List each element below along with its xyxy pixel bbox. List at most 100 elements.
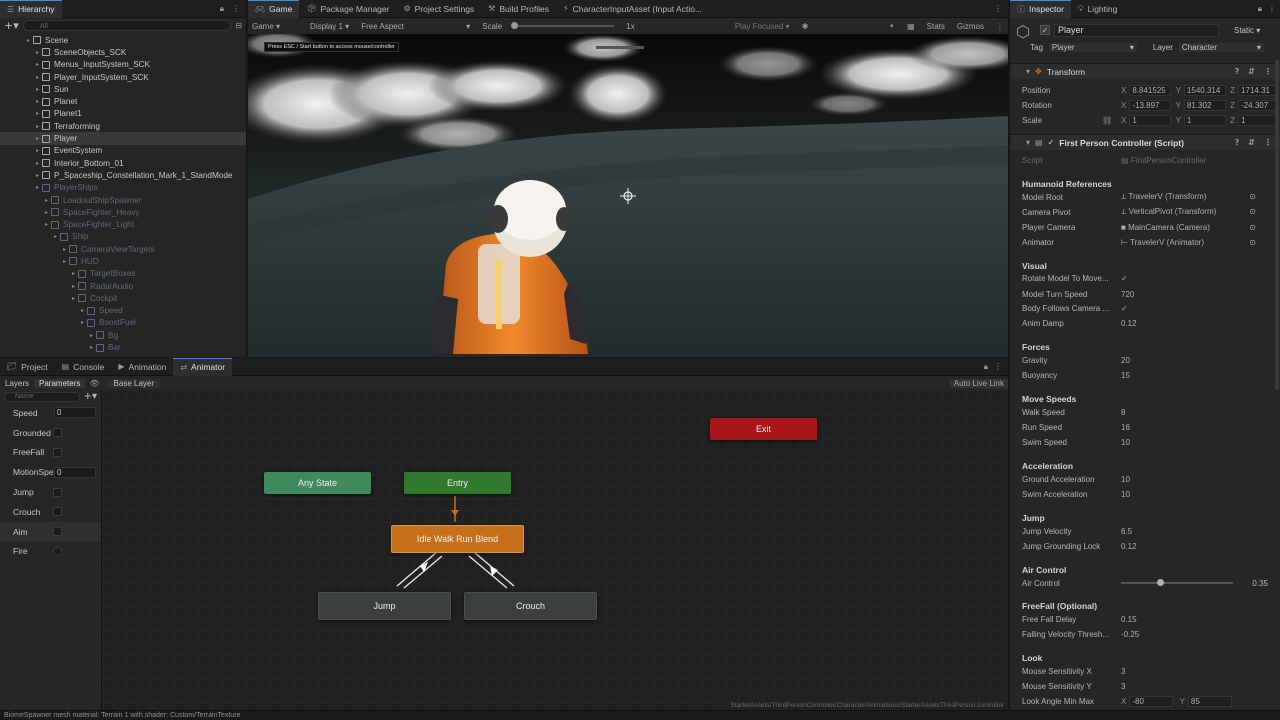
gravity-field[interactable]: 20 xyxy=(1121,356,1256,365)
menu-icon[interactable]: ⋮ xyxy=(1264,138,1272,147)
lock-icon[interactable]: 🔒︎ xyxy=(220,4,224,14)
bug-icon[interactable]: ✱ xyxy=(802,22,809,31)
position-x-field[interactable]: 8.841525 xyxy=(1129,84,1172,96)
expand-arrow-icon[interactable]: ▸ xyxy=(33,61,42,68)
object-name-field[interactable]: Player xyxy=(1054,24,1219,37)
expand-arrow-icon[interactable]: ▸ xyxy=(69,295,78,302)
expand-arrow-icon[interactable]: ▸ xyxy=(69,270,78,277)
hierarchy-item[interactable]: ▸ Terraforming xyxy=(0,120,246,132)
breadcrumb[interactable]: Base Layer xyxy=(107,378,160,388)
node-jump[interactable]: Jump xyxy=(318,592,451,620)
rotation-z-field[interactable]: -24.307 xyxy=(1238,99,1277,111)
position-y-field[interactable]: 1540.314 xyxy=(1183,84,1226,96)
tab-top-1[interactable]: 📦︎ Package Manager xyxy=(299,0,396,18)
tab-top-0[interactable]: 🎮︎ Game xyxy=(248,0,300,18)
expand-arrow-icon[interactable]: ▸ xyxy=(33,123,42,130)
hierarchy-item[interactable]: ▸ Player xyxy=(0,132,246,145)
hierarchy-item[interactable]: ▸ Cockpit xyxy=(0,292,246,304)
anim-damp-field[interactable]: 0.12 xyxy=(1121,319,1256,328)
tab-top-2[interactable]: ⚙︎ Project Settings xyxy=(396,0,481,18)
animator-graph[interactable]: Any State Entry Exit Idle Walk Run Blend… xyxy=(102,390,1008,710)
component-enabled-checkbox[interactable]: ✓ xyxy=(1048,138,1055,147)
air-control-slider-knob[interactable] xyxy=(1157,579,1165,586)
hierarchy-item[interactable]: ▸ Ship xyxy=(0,231,246,243)
menu-icon[interactable]: ⋮ xyxy=(996,22,1004,31)
hierarchy-item[interactable]: ▸ SpaceFighter_Light xyxy=(0,218,246,230)
add-icon[interactable]: +▾ xyxy=(4,19,19,32)
expand-arrow-icon[interactable]: ▸ xyxy=(33,172,42,179)
hierarchy-item[interactable]: ▸ Bg xyxy=(0,329,246,341)
hierarchy-item[interactable]: ▸ Player_InputSystem_SCK xyxy=(0,71,246,83)
tab-bottom-0[interactable]: 📁︎ Project xyxy=(0,358,55,376)
hierarchy-item[interactable]: ▸ HUD xyxy=(0,255,246,267)
walk-speed-field[interactable]: 8 xyxy=(1121,408,1256,417)
tab-bottom-3[interactable]: ⇄ Animator xyxy=(173,357,233,376)
scale-y-field[interactable]: 1 xyxy=(1183,114,1226,126)
expand-arrow-icon[interactable]: ▸ xyxy=(33,86,42,93)
aspect-dropdown[interactable]: Free Aspect ▾ xyxy=(361,22,470,31)
parameter-row[interactable]: Grounded xyxy=(0,423,101,443)
tab-parameters[interactable]: Parameters xyxy=(34,378,86,388)
stats-button[interactable]: Stats xyxy=(927,22,945,31)
parameter-row[interactable]: Crouch xyxy=(0,502,101,522)
tab-inspector[interactable]: ⓘ Inspector xyxy=(1010,0,1071,18)
help-icon[interactable]: ? xyxy=(1235,67,1240,76)
hierarchy-item[interactable]: ▸ Sun xyxy=(0,83,246,95)
parameter-trigger-radio[interactable] xyxy=(53,546,62,556)
expand-arrow-icon[interactable]: ▸ xyxy=(78,307,87,314)
expand-arrow-icon[interactable]: ▸ xyxy=(33,160,42,167)
hierarchy-item[interactable]: ▸ Bar xyxy=(0,341,246,353)
node-idle-walk-run-blend[interactable]: Idle Walk Run Blend xyxy=(391,525,524,553)
lock-icon[interactable]: 🔒︎ xyxy=(984,362,988,372)
hierarchy-item[interactable]: ▸ Menus_InputSystem_SCK xyxy=(0,59,246,71)
expand-arrow-icon[interactable]: ▸ xyxy=(42,221,51,228)
hierarchy-item[interactable]: ▸ Planet xyxy=(0,95,246,107)
expand-arrow-icon[interactable]: ▸ xyxy=(24,37,33,44)
expand-arrow-icon[interactable]: ▸ xyxy=(33,98,42,105)
hierarchy-item[interactable]: ▸ SpaceFighter_Heavy xyxy=(0,206,246,218)
parameter-row[interactable]: MotionSpeed0 xyxy=(0,462,101,482)
camera-pivot-field[interactable]: ⟂ VerticalPivot (Transform) ⊙ xyxy=(1121,207,1256,217)
hierarchy-item[interactable]: ▸ Planet1 xyxy=(0,108,246,120)
menu-icon[interactable]: ⋮ xyxy=(232,4,240,13)
freefall-delay-field[interactable]: 0.15 xyxy=(1121,615,1256,624)
rotate-model-checkbox[interactable]: ✓ xyxy=(1121,274,1256,283)
menu-icon[interactable]: ⋮ xyxy=(1268,4,1276,13)
expand-arrow-icon[interactable]: ▸ xyxy=(51,233,60,240)
ground-accel-field[interactable]: 10 xyxy=(1121,475,1256,484)
expand-arrow-icon[interactable]: ▸ xyxy=(60,258,69,265)
expand-arrow-icon[interactable]: ▸ xyxy=(33,147,42,154)
expand-arrow-icon[interactable]: ▸ xyxy=(42,209,51,216)
help-icon[interactable]: ? xyxy=(1235,138,1240,147)
gizmos-button[interactable]: Gizmos xyxy=(957,22,984,31)
parameter-bool-checkbox[interactable] xyxy=(53,507,62,517)
hierarchy-item[interactable]: ▸ P_Spaceship_Constellation_Mark_1_StandM… xyxy=(0,169,246,181)
expand-arrow-icon[interactable]: ▸ xyxy=(60,246,69,253)
jump-velocity-field[interactable]: 6.5 xyxy=(1121,527,1256,536)
parameter-bool-checkbox[interactable] xyxy=(53,447,62,457)
grid-icon[interactable]: ▦ xyxy=(907,22,915,31)
eye-icon[interactable]: 👁︎ xyxy=(89,379,99,388)
rotation-x-field[interactable]: -13.897 xyxy=(1129,99,1172,111)
look-angle-max-field[interactable]: 85 xyxy=(1187,695,1232,707)
expand-arrow-icon[interactable]: ▸ xyxy=(33,49,42,56)
menu-icon[interactable]: ⋮ xyxy=(994,4,1002,13)
parameter-row[interactable]: Aim xyxy=(0,521,101,542)
run-speed-field[interactable]: 16 xyxy=(1121,423,1256,432)
model-turn-speed-field[interactable]: 720 xyxy=(1121,290,1256,299)
tab-layers[interactable]: Layers xyxy=(0,379,34,388)
tab-bottom-2[interactable]: ▶︎ Animation xyxy=(111,358,173,376)
menu-icon[interactable]: ⋮ xyxy=(994,362,1002,371)
hierarchy-item[interactable]: ▸ CameraViewTargets xyxy=(0,243,246,255)
node-crouch[interactable]: Crouch xyxy=(464,592,597,620)
air-control-field[interactable]: 0.35 xyxy=(1252,579,1268,588)
node-any-state[interactable]: Any State xyxy=(264,472,371,494)
game-mode-dropdown[interactable]: Game ▾ xyxy=(252,22,280,31)
expand-arrow-icon[interactable]: ▸ xyxy=(33,110,42,117)
game-viewport[interactable]: Press ESC / Start button to access mouse… xyxy=(248,34,1008,357)
parameter-row[interactable]: Fire xyxy=(0,542,101,562)
play-focused-dropdown[interactable]: Play Focused ▾ xyxy=(735,22,790,31)
buoyancy-field[interactable]: 15 xyxy=(1121,371,1256,380)
hierarchy-item[interactable]: ▸ Scene xyxy=(0,34,246,46)
rotation-y-field[interactable]: 81.302 xyxy=(1183,99,1226,111)
